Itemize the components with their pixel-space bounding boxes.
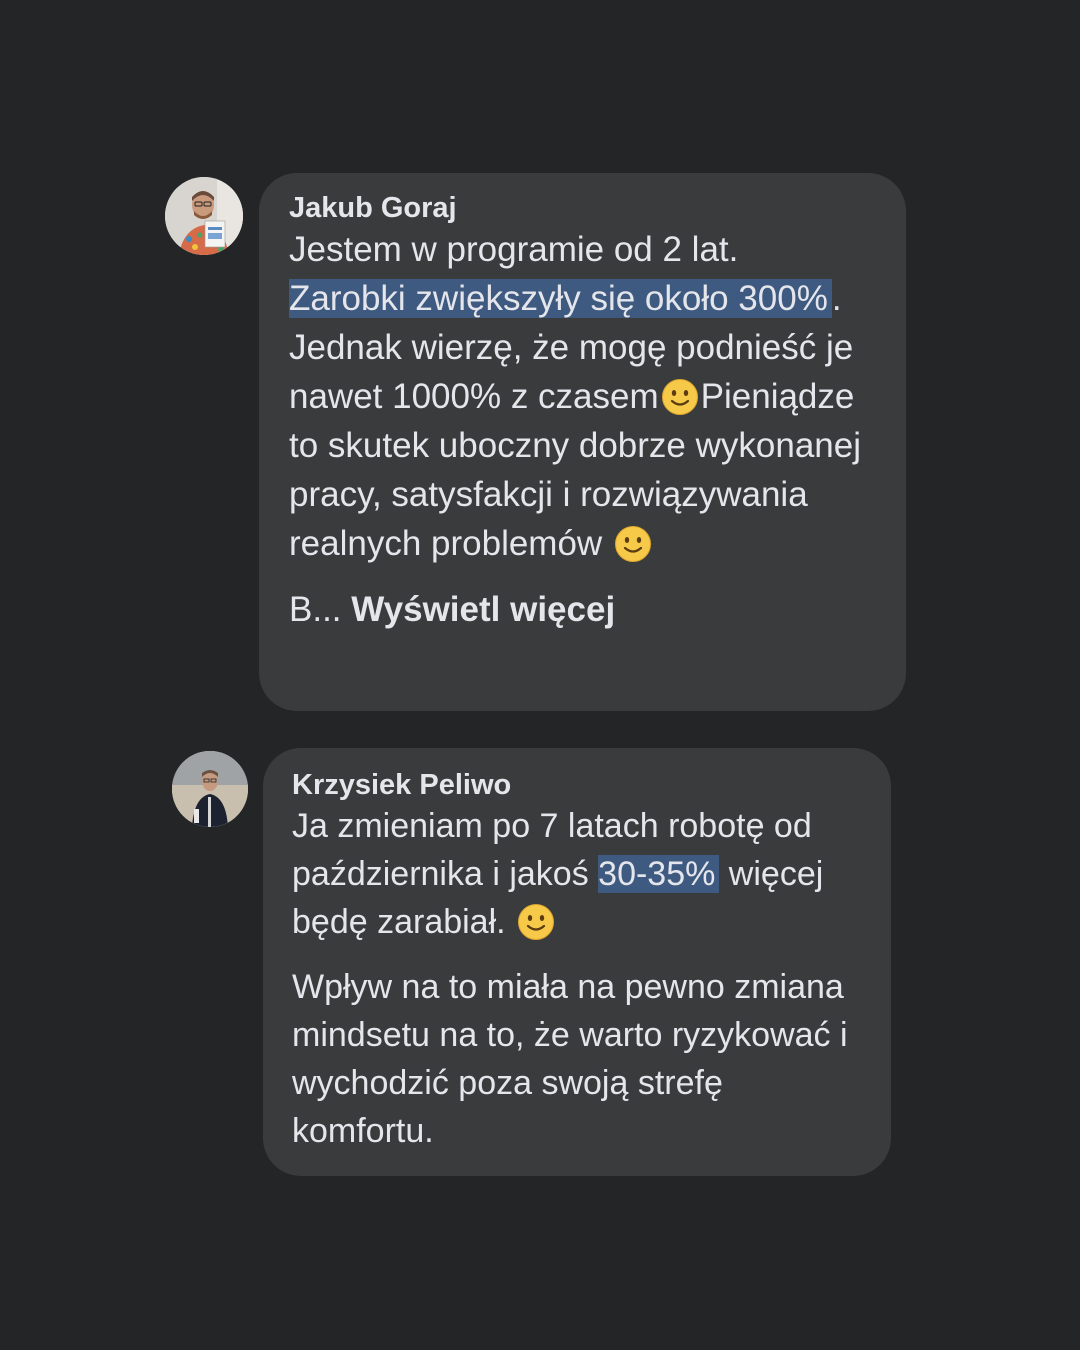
highlighted-text: Zarobki zwiększyły się około 300% [289, 279, 832, 318]
highlighted-text: 30-35% [598, 855, 720, 893]
comment-author[interactable]: Jakub Goraj [289, 191, 876, 225]
comment-text-line: Jestem w programie od 2 lat. [289, 230, 739, 269]
see-more-button[interactable]: Wyświetl więcej [351, 590, 615, 629]
see-more-row: B... Wyświetl więcej [289, 585, 876, 634]
slightly-smiling-face-emoji-icon [661, 379, 698, 415]
avatar[interactable] [165, 177, 243, 255]
slightly-smiling-face-emoji-icon [518, 904, 555, 940]
comment-paragraph: Wpływ na to miała na pewno zmiana mindse… [292, 968, 848, 1150]
comment-text: Jestem w programie od 2 lat. Zarobki zwi… [289, 225, 876, 568]
comment-bubble: Jakub Goraj Jestem w programie od 2 lat.… [259, 173, 906, 711]
slightly-smiling-face-emoji-icon [614, 526, 651, 562]
comment-author[interactable]: Krzysiek Peliwo [292, 768, 862, 802]
truncated-text: B... [289, 590, 352, 629]
avatar-photo-icon [172, 751, 248, 827]
avatar-photo-icon [165, 177, 243, 255]
comment-bubble: Krzysiek Peliwo Ja zmieniam po 7 latach … [263, 748, 891, 1176]
comment-text: Ja zmieniam po 7 latach robotę od paździ… [292, 802, 862, 1155]
avatar[interactable] [172, 751, 248, 827]
